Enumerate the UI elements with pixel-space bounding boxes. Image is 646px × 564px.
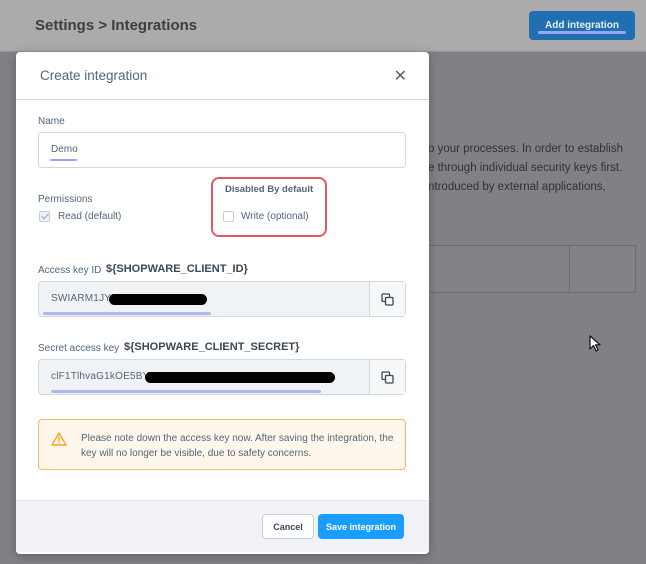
write-checkbox[interactable] xyxy=(223,211,234,222)
add-button-underline xyxy=(538,31,626,34)
secret-key-field[interactable]: clF1TlhvaG1kOE5BY2 xyxy=(38,359,406,395)
warning-icon xyxy=(51,432,67,446)
permissions-label: Permissions xyxy=(38,194,93,205)
name-input[interactable]: Demo xyxy=(38,132,406,168)
modal-title: Create integration xyxy=(40,68,148,83)
description-line: e through individual security keys first… xyxy=(428,162,623,174)
copy-secret-key-button[interactable] xyxy=(369,360,405,394)
secret-key-variable: ${SHOPWARE_CLIENT_SECRET} xyxy=(124,341,300,353)
add-integration-button[interactable]: Add integration xyxy=(529,11,635,40)
copy-icon xyxy=(381,292,394,306)
name-value-underline xyxy=(50,159,77,161)
redaction-mark xyxy=(109,294,207,305)
close-icon[interactable]: ✕ xyxy=(394,66,407,86)
description-line: ntroduced by external applications, xyxy=(428,181,606,193)
alert-text: Please note down the access key now. Aft… xyxy=(81,433,394,459)
write-label: Write (optional) xyxy=(241,211,309,222)
secret-key-value: clF1TlhvaG1kOE5BY2 xyxy=(51,371,156,382)
access-key-label: Access key ID xyxy=(38,265,102,276)
read-label: Read (default) xyxy=(58,211,122,222)
breadcrumb: Settings > Integrations xyxy=(35,17,198,34)
secret-key-label: Secret access key xyxy=(38,343,120,354)
modal-header: Create integration ✕ xyxy=(16,52,429,100)
access-key-field[interactable]: SWIARM1JYZ xyxy=(38,281,406,317)
save-integration-button[interactable]: Save integration xyxy=(318,514,404,539)
integrations-table xyxy=(428,245,636,293)
copy-access-key-button[interactable] xyxy=(369,282,405,316)
integrations-description: o your processes. In order to establish … xyxy=(428,140,638,197)
mouse-cursor-icon xyxy=(589,335,601,352)
table-column-divider xyxy=(569,246,570,292)
modal-footer: Cancel Save integration xyxy=(16,500,429,552)
description-line: o your processes. In order to establish xyxy=(428,143,623,155)
disabled-by-default-title: Disabled By default xyxy=(225,184,314,195)
warning-alert: Please note down the access key now. Aft… xyxy=(38,419,406,470)
copy-icon xyxy=(381,370,394,384)
cancel-button[interactable]: Cancel xyxy=(262,514,314,539)
page-header: Settings > Integrations Add integration xyxy=(0,0,646,52)
name-label: Name xyxy=(38,116,65,127)
access-key-underline xyxy=(43,312,211,315)
access-key-variable: ${SHOPWARE_CLIENT_ID} xyxy=(106,263,248,275)
read-checkbox[interactable] xyxy=(39,211,50,222)
redaction-mark xyxy=(145,372,335,383)
secret-key-underline xyxy=(51,390,321,393)
access-key-value: SWIARM1JYZ xyxy=(51,293,118,304)
